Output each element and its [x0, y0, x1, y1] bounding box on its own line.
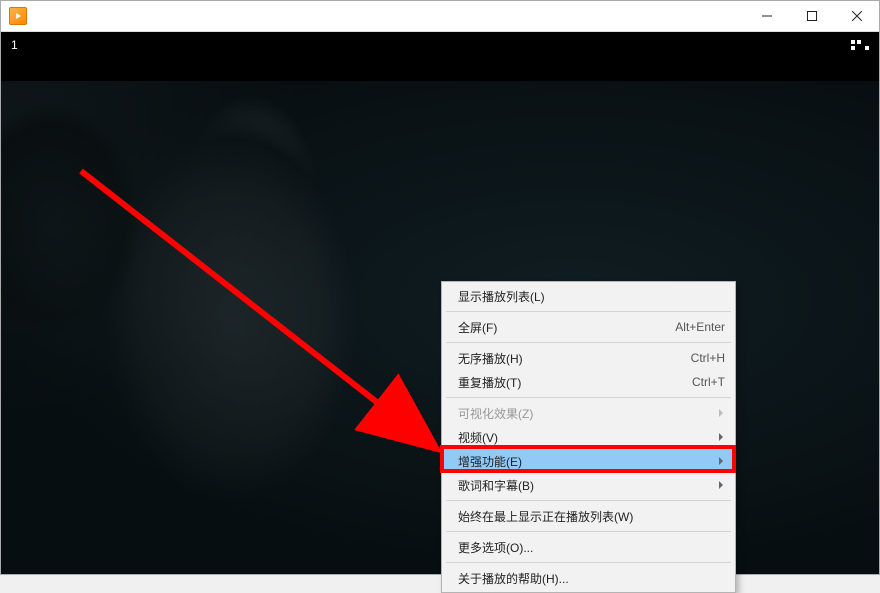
menu-separator [446, 342, 731, 343]
menu-label: 视频(V) [458, 429, 725, 446]
menu-label: 显示播放列表(L) [458, 288, 725, 305]
minimize-button[interactable] [744, 1, 789, 31]
context-menu: 显示播放列表(L) 全屏(F) Alt+Enter 无序播放(H) Ctrl+H… [441, 281, 736, 593]
video-viewport[interactable] [1, 81, 879, 574]
maximize-button[interactable] [789, 1, 834, 31]
menu-shortcut: Ctrl+H [691, 351, 725, 365]
menu-show-playlist[interactable]: 显示播放列表(L) [444, 284, 733, 308]
menu-shortcut: Alt+Enter [675, 320, 725, 334]
menu-more-options[interactable]: 更多选项(O)... [444, 535, 733, 559]
app-icon [9, 7, 27, 25]
media-player-window: 1 显示播放列表(L) 全屏(F) Alt+Enter 无序播放(H) Ctrl… [0, 0, 880, 575]
close-button[interactable] [834, 1, 879, 31]
menu-label: 更多选项(O)... [458, 539, 725, 556]
menu-separator [446, 562, 731, 563]
menu-separator [446, 311, 731, 312]
menu-label: 全屏(F) [458, 319, 675, 336]
menu-separator [446, 397, 731, 398]
menu-label: 重复播放(T) [458, 374, 692, 391]
menu-lyrics[interactable]: 歌词和字幕(B) [444, 473, 733, 497]
menu-video[interactable]: 视频(V) [444, 425, 733, 449]
titlebar [1, 1, 879, 32]
menu-separator [446, 500, 731, 501]
now-playing-title: 1 [11, 38, 18, 52]
menu-label: 可视化效果(Z) [458, 405, 725, 422]
menu-separator [446, 531, 731, 532]
player-subbar: 1 [1, 32, 879, 82]
window-controls [744, 1, 879, 31]
menu-label: 关于播放的帮助(H)... [458, 570, 725, 587]
menu-visualizations: 可视化效果(Z) [444, 401, 733, 425]
menu-label: 无序播放(H) [458, 350, 691, 367]
menu-fullscreen[interactable]: 全屏(F) Alt+Enter [444, 315, 733, 339]
menu-label: 增强功能(E) [458, 453, 725, 470]
view-grid-icon[interactable] [851, 38, 869, 50]
menu-shuffle[interactable]: 无序播放(H) Ctrl+H [444, 346, 733, 370]
menu-about-help[interactable]: 关于播放的帮助(H)... [444, 566, 733, 590]
menu-always-on-top[interactable]: 始终在最上显示正在播放列表(W) [444, 504, 733, 528]
menu-shortcut: Ctrl+T [692, 375, 725, 389]
menu-label: 歌词和字幕(B) [458, 477, 725, 494]
menu-enhancements[interactable]: 增强功能(E) [444, 449, 733, 473]
menu-repeat[interactable]: 重复播放(T) Ctrl+T [444, 370, 733, 394]
menu-label: 始终在最上显示正在播放列表(W) [458, 508, 725, 525]
